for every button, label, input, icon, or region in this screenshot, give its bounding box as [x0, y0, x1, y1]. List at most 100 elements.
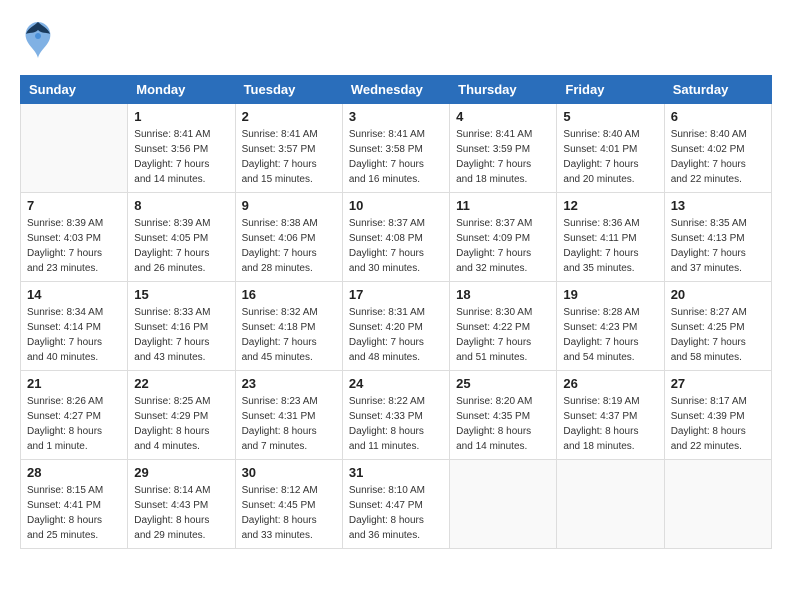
day-info: Sunrise: 8:41 AM Sunset: 3:57 PM Dayligh…	[242, 127, 336, 187]
day-header-sunday: Sunday	[21, 76, 128, 104]
day-cell: 19Sunrise: 8:28 AM Sunset: 4:23 PM Dayli…	[557, 282, 664, 371]
day-info: Sunrise: 8:35 AM Sunset: 4:13 PM Dayligh…	[671, 216, 765, 276]
day-number: 25	[456, 376, 550, 391]
days-header-row: SundayMondayTuesdayWednesdayThursdayFrid…	[21, 76, 772, 104]
day-number: 17	[349, 287, 443, 302]
day-info: Sunrise: 8:40 AM Sunset: 4:01 PM Dayligh…	[563, 127, 657, 187]
day-number: 10	[349, 198, 443, 213]
day-number: 6	[671, 109, 765, 124]
day-info: Sunrise: 8:19 AM Sunset: 4:37 PM Dayligh…	[563, 394, 657, 454]
day-number: 18	[456, 287, 550, 302]
day-number: 3	[349, 109, 443, 124]
day-header-monday: Monday	[128, 76, 235, 104]
day-cell: 24 Sunrise: 8:22 AM Sunset: 4:33 PM Dayli…	[342, 371, 449, 460]
day-cell: 11 Sunrise: 8:37 AM Sunset: 4:09 PM Dayli…	[450, 193, 557, 282]
day-number: 7	[27, 198, 121, 213]
day-number: 31	[349, 465, 443, 480]
day-cell: 2 Sunrise: 8:41 AM Sunset: 3:57 PM Daylig…	[235, 104, 342, 193]
day-info: Sunrise: 8:22 AM Sunset: 4:33 PM Dayligh…	[349, 394, 443, 454]
week-row-3: 21Sunrise: 8:26 AM Sunset: 4:27 PM Dayli…	[21, 371, 772, 460]
day-number: 28	[27, 465, 121, 480]
day-info: Sunrise: 8:12 AM Sunset: 4:45 PM Dayligh…	[242, 483, 336, 543]
calendar-table: SundayMondayTuesdayWednesdayThursdayFrid…	[20, 75, 772, 549]
day-number: 12	[563, 198, 657, 213]
day-cell: 3 Sunrise: 8:41 AM Sunset: 3:58 PM Daylig…	[342, 104, 449, 193]
day-info: Sunrise: 8:32 AM Sunset: 4:18 PM Dayligh…	[242, 305, 336, 365]
day-cell: 15Sunrise: 8:33 AM Sunset: 4:16 PM Dayli…	[128, 282, 235, 371]
day-number: 2	[242, 109, 336, 124]
week-row-2: 14 Sunrise: 8:34 AM Sunset: 4:14 PM Dayli…	[21, 282, 772, 371]
day-header-thursday: Thursday	[450, 76, 557, 104]
day-info: Sunrise: 8:14 AM Sunset: 4:43 PM Dayligh…	[134, 483, 228, 543]
day-info: Sunrise: 8:30 AM Sunset: 4:22 PM Dayligh…	[456, 305, 550, 365]
day-info: Sunrise: 8:31 AM Sunset: 4:20 PM Dayligh…	[349, 305, 443, 365]
day-info: Sunrise: 8:20 AM Sunset: 4:35 PM Dayligh…	[456, 394, 550, 454]
day-cell	[21, 104, 128, 193]
day-cell: 28 Sunrise: 8:15 AM Sunset: 4:41 PM Dayli…	[21, 460, 128, 549]
day-cell	[664, 460, 771, 549]
day-info: Sunrise: 8:23 AM Sunset: 4:31 PM Dayligh…	[242, 394, 336, 454]
day-cell: 13 Sunrise: 8:35 AM Sunset: 4:13 PM Dayli…	[664, 193, 771, 282]
day-info: Sunrise: 8:37 AM Sunset: 4:08 PM Dayligh…	[349, 216, 443, 276]
day-cell: 17 Sunrise: 8:31 AM Sunset: 4:20 PM Dayli…	[342, 282, 449, 371]
day-info: Sunrise: 8:41 AM Sunset: 3:58 PM Dayligh…	[349, 127, 443, 187]
day-number: 29	[134, 465, 228, 480]
week-row-1: 7 Sunrise: 8:39 AM Sunset: 4:03 PM Daylig…	[21, 193, 772, 282]
day-cell: 31Sunrise: 8:10 AM Sunset: 4:47 PM Dayli…	[342, 460, 449, 549]
day-info: Sunrise: 8:37 AM Sunset: 4:09 PM Dayligh…	[456, 216, 550, 276]
day-cell: 12Sunrise: 8:36 AM Sunset: 4:11 PM Dayli…	[557, 193, 664, 282]
day-number: 1	[134, 109, 228, 124]
day-cell: 5 Sunrise: 8:40 AM Sunset: 4:01 PM Daylig…	[557, 104, 664, 193]
day-cell: 22 Sunrise: 8:25 AM Sunset: 4:29 PM Dayli…	[128, 371, 235, 460]
day-cell: 8Sunrise: 8:39 AM Sunset: 4:05 PM Daylig…	[128, 193, 235, 282]
day-number: 19	[563, 287, 657, 302]
day-cell: 20Sunrise: 8:27 AM Sunset: 4:25 PM Dayli…	[664, 282, 771, 371]
day-info: Sunrise: 8:34 AM Sunset: 4:14 PM Dayligh…	[27, 305, 121, 365]
day-cell: 23 Sunrise: 8:23 AM Sunset: 4:31 PM Dayli…	[235, 371, 342, 460]
day-number: 22	[134, 376, 228, 391]
day-info: Sunrise: 8:33 AM Sunset: 4:16 PM Dayligh…	[134, 305, 228, 365]
day-cell: 14 Sunrise: 8:34 AM Sunset: 4:14 PM Dayli…	[21, 282, 128, 371]
day-cell: 1Sunrise: 8:41 AM Sunset: 3:56 PM Daylig…	[128, 104, 235, 193]
logo-bird-icon	[20, 20, 56, 65]
day-number: 4	[456, 109, 550, 124]
day-number: 5	[563, 109, 657, 124]
day-number: 8	[134, 198, 228, 213]
day-header-friday: Friday	[557, 76, 664, 104]
day-number: 13	[671, 198, 765, 213]
day-cell	[557, 460, 664, 549]
day-cell: 6 Sunrise: 8:40 AM Sunset: 4:02 PM Daylig…	[664, 104, 771, 193]
day-cell: 21Sunrise: 8:26 AM Sunset: 4:27 PM Dayli…	[21, 371, 128, 460]
day-cell: 4Sunrise: 8:41 AM Sunset: 3:59 PM Daylig…	[450, 104, 557, 193]
week-row-0: 1Sunrise: 8:41 AM Sunset: 3:56 PM Daylig…	[21, 104, 772, 193]
day-info: Sunrise: 8:39 AM Sunset: 4:03 PM Dayligh…	[27, 216, 121, 276]
day-number: 26	[563, 376, 657, 391]
day-cell: 10 Sunrise: 8:37 AM Sunset: 4:08 PM Dayli…	[342, 193, 449, 282]
day-cell: 25 Sunrise: 8:20 AM Sunset: 4:35 PM Dayli…	[450, 371, 557, 460]
page-header	[20, 20, 772, 65]
logo	[20, 20, 60, 65]
day-number: 14	[27, 287, 121, 302]
day-number: 20	[671, 287, 765, 302]
day-number: 11	[456, 198, 550, 213]
day-header-tuesday: Tuesday	[235, 76, 342, 104]
day-cell: 9 Sunrise: 8:38 AM Sunset: 4:06 PM Daylig…	[235, 193, 342, 282]
day-number: 9	[242, 198, 336, 213]
day-cell: 30 Sunrise: 8:12 AM Sunset: 4:45 PM Dayli…	[235, 460, 342, 549]
day-number: 27	[671, 376, 765, 391]
day-info: Sunrise: 8:15 AM Sunset: 4:41 PM Dayligh…	[27, 483, 121, 543]
day-info: Sunrise: 8:26 AM Sunset: 4:27 PM Dayligh…	[27, 394, 121, 454]
day-number: 23	[242, 376, 336, 391]
day-info: Sunrise: 8:40 AM Sunset: 4:02 PM Dayligh…	[671, 127, 765, 187]
day-cell: 7 Sunrise: 8:39 AM Sunset: 4:03 PM Daylig…	[21, 193, 128, 282]
day-number: 16	[242, 287, 336, 302]
day-info: Sunrise: 8:17 AM Sunset: 4:39 PM Dayligh…	[671, 394, 765, 454]
day-info: Sunrise: 8:25 AM Sunset: 4:29 PM Dayligh…	[134, 394, 228, 454]
day-cell: 29 Sunrise: 8:14 AM Sunset: 4:43 PM Dayli…	[128, 460, 235, 549]
day-number: 30	[242, 465, 336, 480]
day-cell: 18 Sunrise: 8:30 AM Sunset: 4:22 PM Dayli…	[450, 282, 557, 371]
day-number: 24	[349, 376, 443, 391]
day-cell: 16 Sunrise: 8:32 AM Sunset: 4:18 PM Dayli…	[235, 282, 342, 371]
day-header-wednesday: Wednesday	[342, 76, 449, 104]
day-info: Sunrise: 8:38 AM Sunset: 4:06 PM Dayligh…	[242, 216, 336, 276]
